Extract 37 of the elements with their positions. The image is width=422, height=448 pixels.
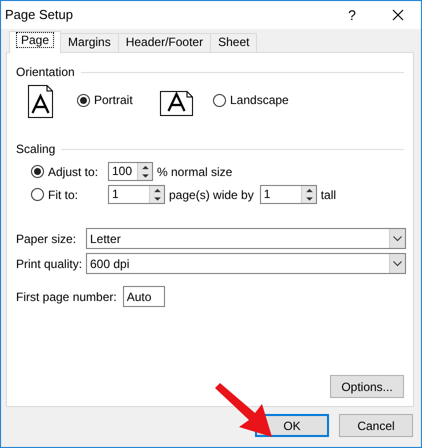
chevron-down-icon[interactable] (393, 236, 402, 242)
close-icon[interactable] (392, 9, 404, 21)
tab[interactable]: Page (9, 31, 62, 53)
group-label: Scaling (16, 141, 56, 158)
dropdown-field[interactable]: 600 dpi (86, 253, 406, 274)
options-button[interactable]: Options... (330, 375, 404, 398)
radio-option[interactable]: Adjust to: (31, 162, 108, 180)
radio-label: Landscape (230, 92, 289, 109)
landscape-page-icon (160, 91, 193, 116)
field-label: Print quality: (16, 256, 84, 272)
radio-label: Portrait (94, 92, 133, 109)
radio-button[interactable] (77, 94, 90, 106)
unit-label: % normal size (157, 164, 232, 180)
field-label: First page number: (16, 288, 117, 306)
radio-label: Fit to: (48, 186, 78, 204)
help-button[interactable]: ? (329, 4, 375, 26)
group-label: Orientation (16, 64, 75, 81)
text-field[interactable]: Auto (122, 286, 165, 307)
spin-field[interactable]: 100 (108, 162, 153, 181)
unit-label: tall (320, 186, 336, 204)
portrait-page-icon (28, 85, 53, 118)
radio-button[interactable] (213, 94, 226, 106)
unit-label: page(s) wide by (169, 186, 254, 204)
dropdown-field[interactable]: Letter (86, 228, 406, 249)
radio-option[interactable]: Portrait (77, 91, 133, 109)
spin-field[interactable]: 1 (260, 185, 317, 204)
chevron-down-icon[interactable] (393, 260, 402, 266)
radio-label: Adjust to: (48, 164, 98, 180)
radio-button[interactable] (31, 165, 44, 178)
radio-option[interactable]: Fit to: (31, 186, 108, 204)
field-label: Paper size: (16, 230, 78, 248)
dialog-button[interactable]: Cancel (339, 414, 413, 437)
spin-field[interactable]: 1 (108, 185, 165, 204)
tab[interactable]: Sheet (210, 33, 258, 52)
radio-button[interactable] (31, 188, 44, 201)
radio-option[interactable]: Landscape (213, 91, 289, 109)
window-title: Page Setup (5, 6, 74, 24)
